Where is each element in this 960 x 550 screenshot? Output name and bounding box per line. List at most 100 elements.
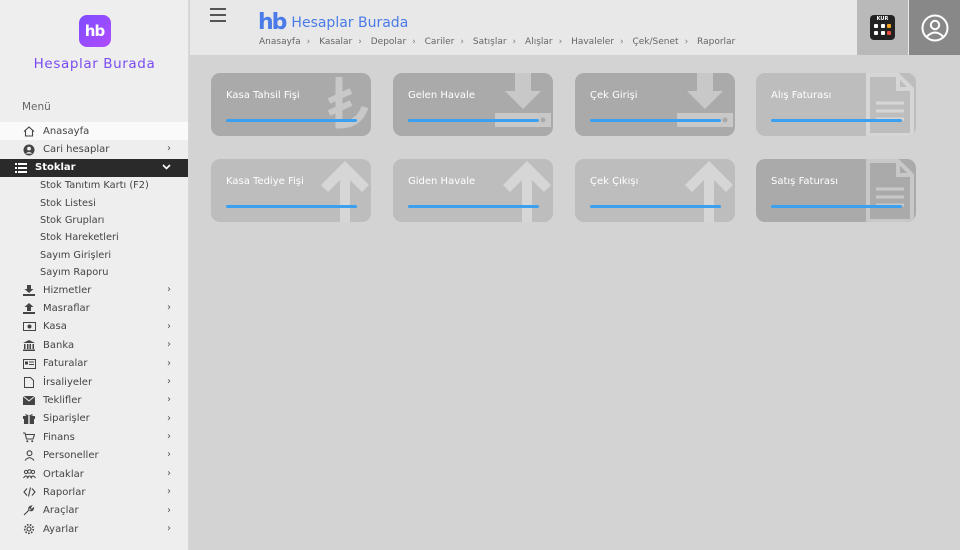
sidebar-item-finans[interactable]: Finans › xyxy=(0,428,188,446)
card-accent-bar xyxy=(226,119,357,122)
chevron-right-icon: › xyxy=(167,523,171,535)
sidebar-item-label: Teklifler xyxy=(43,394,82,406)
sidebar-item-label: Finans xyxy=(43,431,75,443)
sidebar-item-cari-hesaplar[interactable]: Cari hesaplar › xyxy=(0,140,188,158)
gift-icon xyxy=(22,413,36,425)
sidebar-item-siparisler[interactable]: Siparişler › xyxy=(0,410,188,428)
chevron-down-icon xyxy=(162,162,171,173)
submenu-stok-gruplari[interactable]: Stok Grupları xyxy=(0,212,188,229)
menu-label: Menü xyxy=(22,101,51,113)
sidebar-item-label: İrsaliyeler xyxy=(43,376,93,388)
chevron-right-icon: › xyxy=(167,449,171,461)
arrow-up-icon xyxy=(321,161,369,222)
submenu-sayim-girisleri[interactable]: Sayım Girişleri xyxy=(0,246,188,263)
chevron-right-icon: › xyxy=(167,339,171,351)
person-icon xyxy=(22,450,36,462)
card-satis-faturasi[interactable]: Satış Faturası xyxy=(756,159,916,222)
sidebar-item-hizmetler[interactable]: Hizmetler › xyxy=(0,281,188,299)
download-tray-icon xyxy=(677,73,733,127)
breadcrumb-link[interactable]: Anasayfa xyxy=(259,37,301,47)
sidebar-item-personeller[interactable]: Personeller › xyxy=(0,446,188,464)
sidebar-item-masraflar[interactable]: Masraflar › xyxy=(0,299,188,317)
exchange-rate-button[interactable]: KUR xyxy=(857,0,908,55)
top-bar: hb Hesaplar Burada Anasayfa › Kasalar › De… xyxy=(190,0,960,55)
file-icon xyxy=(22,376,36,388)
card-gelen-havale[interactable]: Gelen Havale xyxy=(393,73,553,136)
sidebar-item-raporlar[interactable]: Raporlar › xyxy=(0,483,188,501)
card-cek-cikisi[interactable]: Çek Çıkışı xyxy=(575,159,735,222)
download-icon xyxy=(22,284,36,296)
brand-logo-icon: hb xyxy=(78,15,111,47)
header-logo[interactable]: hb Hesaplar Burada xyxy=(258,10,408,35)
sidebar-menu: Anasayfa Cari hesaplar › Stoklar Stok Ta… xyxy=(0,122,188,538)
sidebar-item-araclar[interactable]: Araçlar › xyxy=(0,502,188,520)
envelope-icon xyxy=(22,394,36,406)
card-label: Kasa Tahsil Fişi xyxy=(226,90,300,101)
sidebar-item-label: Personeller xyxy=(43,450,99,462)
card-giden-havale[interactable]: Giden Havale xyxy=(393,159,553,222)
card-label: Kasa Tediye Fişi xyxy=(226,176,304,187)
tools-icon xyxy=(22,505,36,517)
breadcrumb-link[interactable]: Havaleler xyxy=(571,37,614,47)
card-accent-bar xyxy=(590,205,721,208)
list-icon xyxy=(14,162,28,174)
submenu-stok-listesi[interactable]: Stok Listesi xyxy=(0,194,188,211)
sidebar-item-irsaliyeler[interactable]: İrsaliyeler › xyxy=(0,373,188,391)
chevron-right-icon: › xyxy=(167,467,171,479)
sidebar-item-stoklar[interactable]: Stoklar xyxy=(0,158,188,178)
card-kasa-tahsil-fisi[interactable]: Kasa Tahsil Fişi xyxy=(211,73,371,136)
breadcrumb-link[interactable]: Çek/Senet xyxy=(632,37,678,47)
money-icon xyxy=(22,321,36,333)
chevron-right-icon: › xyxy=(167,504,171,516)
sidebar-item-label: Araçlar xyxy=(43,505,79,517)
sidebar-item-label: Raporlar xyxy=(43,486,86,498)
card-kasa-tediye-fisi[interactable]: Kasa Tediye Fişi xyxy=(211,159,371,222)
calculator-icon: KUR xyxy=(870,15,895,40)
sidebar-item-faturalar[interactable]: Faturalar › xyxy=(0,355,188,373)
sidebar-brand[interactable]: hb Hesaplar Burada xyxy=(0,15,189,72)
card-accent-bar xyxy=(590,119,721,122)
sidebar-item-label: Stoklar xyxy=(35,162,76,174)
sidebar-item-label: Faturalar xyxy=(43,358,88,370)
card-accent-bar xyxy=(408,119,539,122)
card-label: Gelen Havale xyxy=(408,90,475,101)
sidebar-item-label: Hizmetler xyxy=(43,284,92,296)
chevron-right-icon: › xyxy=(167,486,171,498)
sidebar-item-anasayfa[interactable]: Anasayfa xyxy=(0,122,188,141)
chevron-right-icon: › xyxy=(167,375,171,387)
chevron-right-icon: › xyxy=(167,431,171,443)
card-alis-faturasi[interactable]: Alış Faturası xyxy=(756,73,916,136)
breadcrumb: Anasayfa › Kasalar › Depolar › Cariler › Sat… xyxy=(259,37,736,47)
breadcrumb-link[interactable]: Cariler xyxy=(425,37,455,47)
user-account-button[interactable] xyxy=(909,0,960,55)
hamburger-menu-icon[interactable] xyxy=(210,8,226,22)
breadcrumb-link[interactable]: Kasalar xyxy=(319,37,352,47)
breadcrumb-link[interactable]: Alışlar xyxy=(525,37,553,47)
sidebar-item-label: Ortaklar xyxy=(43,468,84,480)
sidebar-item-ayarlar[interactable]: Ayarlar › xyxy=(0,520,188,538)
sidebar-item-banka[interactable]: Banka › xyxy=(0,336,188,354)
card-cek-girisi[interactable]: Çek Girişi xyxy=(575,73,735,136)
invoice-icon xyxy=(22,358,36,370)
sidebar-item-teklifler[interactable]: Teklifler › xyxy=(0,391,188,409)
card-label: Satış Faturası xyxy=(771,176,839,187)
chevron-right-icon: › xyxy=(167,394,171,406)
sidebar-item-kasa[interactable]: Kasa › xyxy=(0,318,188,336)
chevron-right-icon: › xyxy=(167,357,171,369)
arrow-up-icon xyxy=(503,161,551,222)
card-label: Çek Çıkışı xyxy=(590,176,639,187)
sidebar-item-label: Ayarlar xyxy=(43,523,79,535)
chevron-right-icon: › xyxy=(167,283,171,295)
breadcrumb-link[interactable]: Depolar xyxy=(371,37,406,47)
submenu-stok-hareketleri[interactable]: Stok Hareketleri xyxy=(0,229,188,246)
breadcrumb-link[interactable]: Satışlar xyxy=(473,37,507,47)
card-accent-bar xyxy=(771,119,902,122)
sidebar-item-ortaklar[interactable]: Ortaklar › xyxy=(0,465,188,483)
submenu-sayim-raporu[interactable]: Sayım Raporu xyxy=(0,264,188,281)
code-icon xyxy=(22,486,36,498)
breadcrumb-link[interactable]: Raporlar xyxy=(697,37,735,47)
home-icon xyxy=(22,125,36,137)
document-icon xyxy=(866,73,914,136)
card-label: Giden Havale xyxy=(408,176,476,187)
submenu-stok-tanitim-karti[interactable]: Stok Tanıtım Kartı (F2) xyxy=(0,177,188,194)
